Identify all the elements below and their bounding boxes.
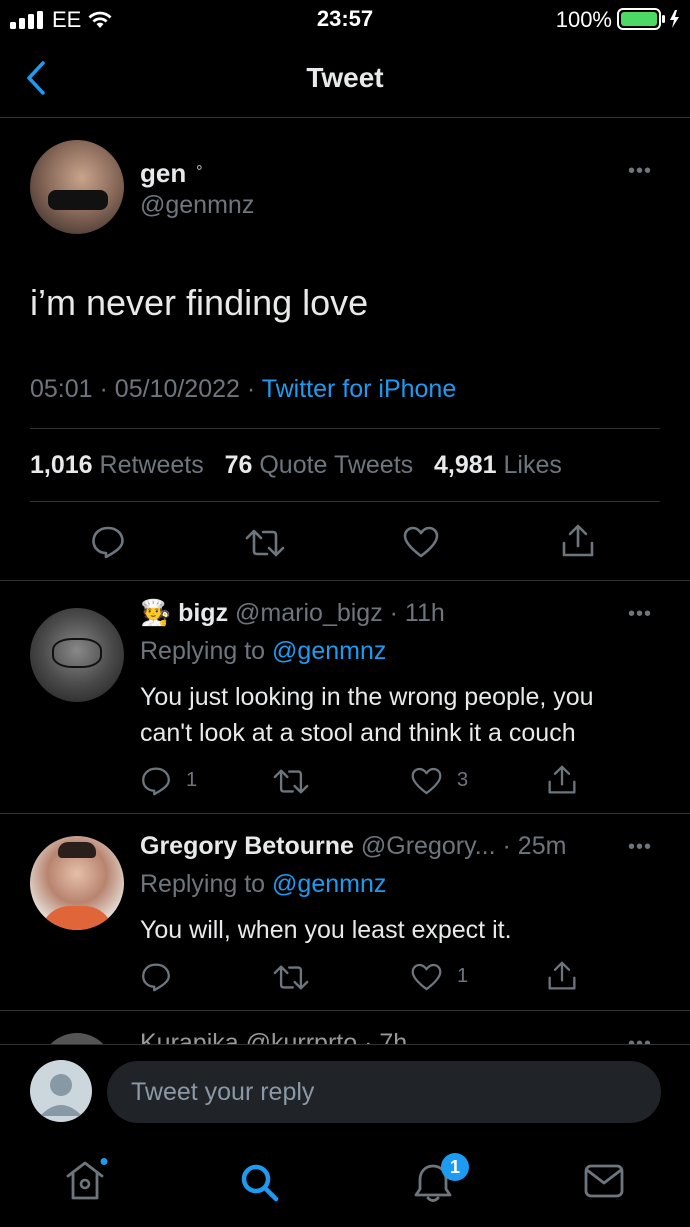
- status-bar: EE 23:57 100%: [0, 0, 690, 38]
- like-count: 3: [457, 769, 469, 791]
- share-icon[interactable]: [547, 960, 577, 992]
- reply-author-name[interactable]: bigz: [178, 599, 228, 627]
- reply-count: 1: [186, 769, 198, 791]
- reply-placeholder: Tweet your reply: [131, 1078, 315, 1106]
- reply-avatar: [40, 1033, 114, 1044]
- reply-avatar[interactable]: [30, 608, 124, 702]
- more-icon[interactable]: •••: [628, 603, 652, 626]
- share-icon[interactable]: [547, 764, 577, 796]
- decoration-icon: ⚬: [193, 159, 206, 176]
- tweet-source[interactable]: Twitter for iPhone: [262, 375, 457, 403]
- reply-author-handle[interactable]: @Gregory...: [361, 832, 496, 860]
- reply-time: · 25m: [502, 832, 567, 860]
- retweet-icon[interactable]: [273, 963, 309, 992]
- home-icon[interactable]: [64, 1158, 110, 1202]
- reply-item[interactable]: Gregory Betourne @Gregory... · 25m ••• R…: [0, 814, 690, 1010]
- tweet-stats: 1,016 Retweets 76 Quote Tweets 4,981 Lik…: [30, 451, 562, 480]
- more-icon[interactable]: •••: [628, 836, 652, 859]
- like-count: 1: [457, 965, 469, 987]
- retweet-icon[interactable]: [245, 527, 285, 559]
- likes-stat[interactable]: 4,981 Likes: [434, 451, 562, 479]
- retweets-stat[interactable]: 1,016 Retweets: [30, 451, 204, 479]
- reply-icon[interactable]: [91, 525, 125, 559]
- reply-time: · 11h: [389, 599, 445, 627]
- quotes-stat[interactable]: 76 Quote Tweets: [225, 451, 414, 479]
- reply-item[interactable]: 🧑‍🍳 bigz @mario_bigz · 11h ••• Replying …: [0, 581, 690, 812]
- reply-icon[interactable]: [141, 962, 171, 992]
- divider: [30, 428, 660, 429]
- divider: [0, 1044, 690, 1045]
- reply-icon[interactable]: [141, 766, 171, 796]
- reply-text: You just looking in the wrong people, yo…: [140, 683, 594, 747]
- replying-to-handle[interactable]: @genmnz: [272, 870, 386, 898]
- user-avatar-placeholder[interactable]: [30, 1060, 92, 1122]
- tweet-date: 05/10/2022: [114, 375, 240, 403]
- more-icon[interactable]: •••: [628, 160, 652, 183]
- replying-to: Replying to @genmnz: [140, 637, 387, 665]
- reply-header: Kurapika @kurrprto · 7h: [140, 1029, 408, 1044]
- retweet-icon[interactable]: [273, 767, 309, 796]
- reply-author-handle[interactable]: @mario_bigz: [235, 599, 383, 627]
- divider: [30, 501, 660, 502]
- author-handle[interactable]: @genmnz: [140, 191, 254, 220]
- reply-header: Gregory Betourne @Gregory... · 25m: [140, 832, 566, 861]
- reply-header: 🧑‍🍳 bigz @mario_bigz · 11h: [140, 599, 445, 628]
- like-icon[interactable]: [403, 526, 439, 558]
- battery-percent: 100%: [555, 7, 612, 32]
- nav-bar: Tweet: [0, 40, 690, 118]
- author-name[interactable]: gen ⚬: [140, 158, 205, 189]
- tweet-meta: 05:01 · 05/10/2022 · Twitter for iPhone: [30, 375, 457, 403]
- chef-emoji-icon: 🧑‍🍳: [140, 599, 172, 627]
- messages-icon[interactable]: [584, 1163, 624, 1199]
- tweet-time: 05:01: [30, 375, 93, 403]
- replying-to-handle[interactable]: @genmnz: [272, 637, 386, 665]
- reply-text: You will, when you least expect it.: [140, 916, 512, 944]
- reply-input[interactable]: Tweet your reply: [107, 1061, 661, 1123]
- tweet-text: i’m never finding love: [30, 282, 369, 323]
- person-icon: [40, 1074, 82, 1116]
- like-icon[interactable]: [411, 767, 442, 795]
- author-avatar[interactable]: [30, 140, 124, 234]
- like-icon[interactable]: [411, 963, 442, 991]
- replying-to: Replying to @genmnz: [140, 870, 387, 898]
- battery-icon: [617, 8, 679, 30]
- notifications-badge: 1: [441, 1153, 469, 1181]
- page-title: Tweet: [306, 62, 384, 93]
- reply-item-partial[interactable]: Kurapika @kurrprto · 7h •••: [0, 1011, 690, 1044]
- share-icon[interactable]: [561, 523, 595, 559]
- search-icon[interactable]: [240, 1163, 280, 1203]
- reply-avatar[interactable]: [30, 836, 124, 930]
- reply-author-name[interactable]: Gregory Betourne: [140, 832, 354, 860]
- more-icon: •••: [628, 1033, 653, 1044]
